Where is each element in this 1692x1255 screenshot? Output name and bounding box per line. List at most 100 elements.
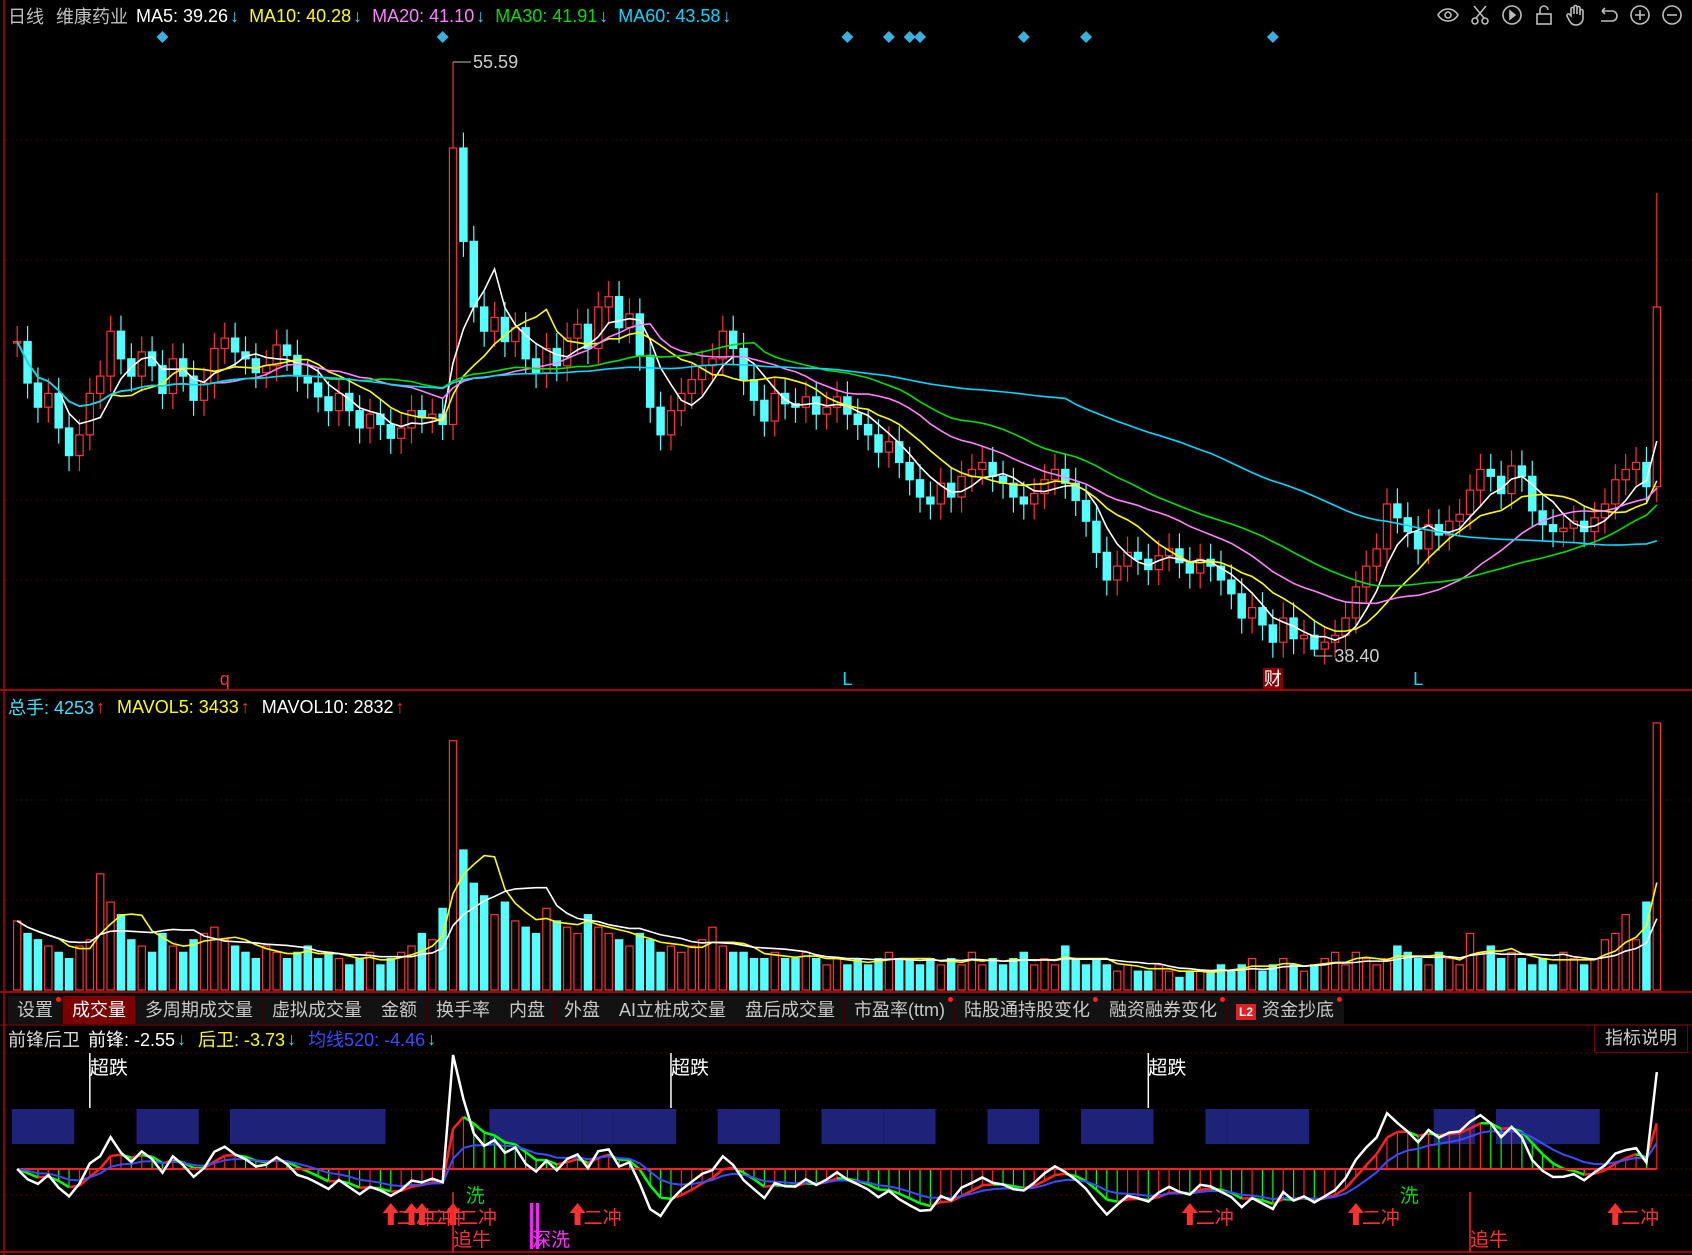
- candle: [1621, 453, 1630, 496]
- tab-label: 金额: [381, 1000, 417, 1020]
- candle: [1413, 516, 1423, 565]
- candle: [531, 343, 541, 389]
- price-header: 日线 维康药业 MA5: 39.26 ↓ MA10: 40.28 ↓ MA20: 41.…: [8, 3, 735, 29]
- volume-bar: [946, 958, 956, 991]
- volume-bar: [1517, 958, 1527, 991]
- tab-6[interactable]: 内盘: [500, 996, 555, 1024]
- volume-bar: [1112, 970, 1122, 991]
- candle-body: [562, 337, 572, 367]
- candle-body: [365, 413, 375, 429]
- rear-guard-line-segment: [110, 1153, 122, 1158]
- tab-13[interactable]: L2 资金抄底: [1227, 996, 1345, 1024]
- volume-panel[interactable]: [12, 722, 1662, 991]
- price-panel[interactable]: 55.59 38.40 q L L 财: [12, 31, 1662, 689]
- volume-bar: [178, 951, 188, 991]
- volume-bar: [230, 945, 240, 991]
- tab-11[interactable]: 陆股通持股变化: [955, 996, 1100, 1024]
- volume-bar: [812, 958, 821, 991]
- candle: [376, 398, 385, 441]
- candle-body: [469, 240, 479, 308]
- rear-guard-line-segment: [971, 1184, 983, 1192]
- candle: [158, 350, 167, 409]
- candle-body: [1642, 461, 1651, 488]
- signal-diamond-icon: [1017, 31, 1030, 43]
- candle-body: [251, 358, 261, 374]
- candle-body: [1237, 593, 1246, 619]
- volume-bar: [511, 920, 520, 991]
- signal-block: [12, 1109, 75, 1144]
- tab-label: 陆股通持股变化: [964, 1000, 1090, 1020]
- rear-guard-line-segment: [909, 1197, 921, 1205]
- lock-icon[interactable]: [1532, 3, 1556, 27]
- tab-0[interactable]: 设置: [8, 996, 63, 1024]
- volume-bar: [479, 895, 489, 991]
- signal-diamond-icon: [1266, 31, 1279, 43]
- chart-marker: 财: [1264, 669, 1282, 689]
- volume-bar: [1133, 970, 1143, 991]
- indicator-name: 前锋后卫: [8, 1030, 80, 1050]
- rear-guard-line-segment: [680, 1188, 693, 1197]
- zoom-in-icon[interactable]: [1628, 3, 1652, 27]
- tab-label: 换手率: [436, 1000, 490, 1020]
- signal-block: [717, 1109, 780, 1144]
- volume-bar: [355, 958, 364, 991]
- tab-10[interactable]: 市盈率(ttm): [845, 996, 955, 1024]
- ma-legend-item: MA5: 39.26: [136, 5, 229, 26]
- signal-block: [1226, 1109, 1310, 1144]
- tab-9[interactable]: 盘后成交量: [736, 996, 846, 1024]
- indicator-explain-button[interactable]: 指标说明: [1594, 1024, 1688, 1053]
- tab-5[interactable]: 换手率: [427, 996, 500, 1024]
- candle-body: [85, 392, 95, 436]
- candle: [210, 332, 219, 399]
- tab-3[interactable]: 虚拟成交量: [263, 996, 372, 1024]
- volume-bar: [1144, 970, 1153, 991]
- volume-bar: [54, 951, 63, 991]
- eye-icon[interactable]: [1436, 3, 1460, 27]
- chase-bull-label: 追牛: [453, 1229, 491, 1251]
- rear-guard-line-segment: [660, 1196, 672, 1200]
- candle: [1092, 505, 1101, 568]
- candle-body: [1133, 551, 1143, 560]
- candle: [801, 381, 811, 423]
- front-value: 前锋: -2.55: [88, 1030, 176, 1050]
- candle: [1476, 453, 1485, 506]
- wash-label: 洗: [1400, 1185, 1419, 1207]
- tab-7[interactable]: 外盘: [555, 996, 610, 1024]
- candle-body: [396, 427, 406, 439]
- candle-body: [863, 423, 873, 436]
- tab-2[interactable]: 多周期成交量: [136, 996, 263, 1024]
- candle-body: [957, 475, 966, 498]
- candle-body: [988, 461, 997, 477]
- undo-icon[interactable]: [1596, 3, 1620, 27]
- ma520-value: 均线520: -4.46: [308, 1030, 426, 1050]
- volume-bar: [448, 740, 458, 991]
- volume-bar: [1195, 970, 1205, 991]
- tab-label: 内盘: [509, 1000, 545, 1020]
- rear-guard-line-segment: [878, 1188, 889, 1192]
- candle: [1652, 192, 1662, 503]
- indicator-panel[interactable]: 超跌 超跌 超跌洗 洗二冲二冲二冲二冲 二冲 二冲 二冲 二冲追牛 追牛深洗: [12, 1053, 1659, 1252]
- volume-bar: [573, 932, 582, 991]
- zoom-out-icon[interactable]: [1660, 3, 1684, 27]
- scissors-icon[interactable]: [1468, 3, 1492, 27]
- volume-bar: [1330, 951, 1340, 991]
- candle: [1642, 446, 1651, 503]
- tab-1[interactable]: 成交量: [63, 996, 136, 1024]
- candle-body: [44, 392, 53, 408]
- tab-8[interactable]: AI立桩成交量: [610, 996, 737, 1024]
- signal-block: [489, 1109, 583, 1144]
- candle-body: [822, 406, 831, 415]
- candle-body: [1227, 579, 1236, 595]
- candle: [407, 395, 416, 444]
- arrow-down-icon: ↓: [722, 5, 732, 26]
- tab-4[interactable]: 金额: [372, 996, 427, 1024]
- volume-bar: [521, 926, 530, 991]
- candle-body: [1092, 520, 1101, 553]
- kline-chart-canvas[interactable]: 55.5938.40q L L财 超跌 超跌 超跌洗 洗二冲二冲二冲二冲 二冲 二冲 二冲 二冲追…: [0, 0, 1692, 1255]
- hand-icon[interactable]: [1564, 3, 1588, 27]
- candle-body: [386, 423, 396, 439]
- tab-12[interactable]: 融资融券变化: [1100, 996, 1227, 1024]
- volume-bar: [1579, 964, 1589, 991]
- play-circle-icon[interactable]: [1500, 3, 1524, 27]
- candle-body: [407, 410, 416, 429]
